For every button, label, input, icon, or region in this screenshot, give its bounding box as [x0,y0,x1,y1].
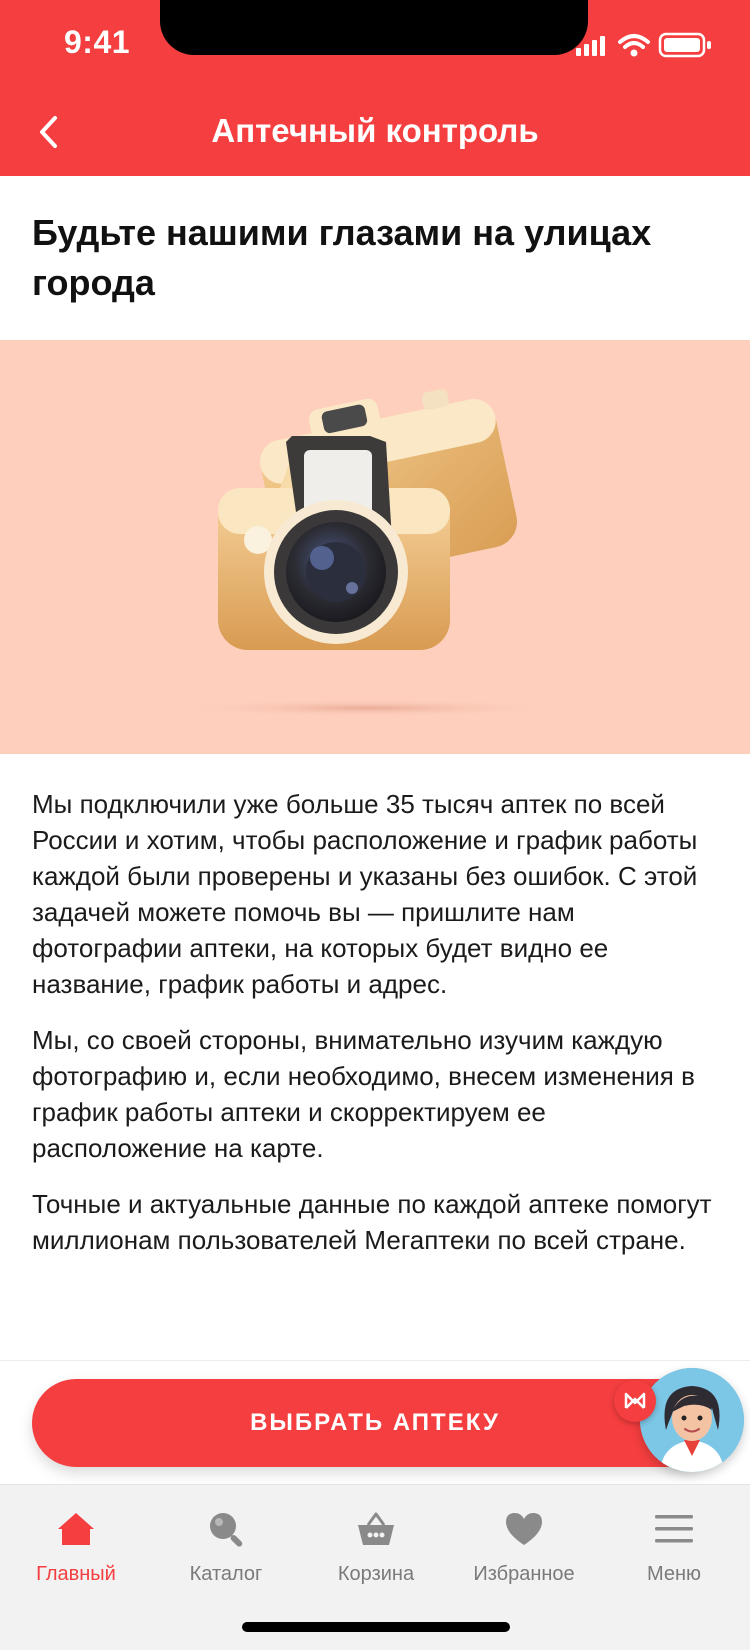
cta-container: ВЫБРАТЬ АПТЕКУ [0,1360,750,1484]
tab-favorites[interactable]: Избранное [449,1499,599,1609]
paragraph: Мы, со своей стороны, внимательно изучим… [32,1025,695,1163]
tab-label: Избранное [473,1563,575,1585]
tab-cart[interactable]: Корзина [301,1499,451,1609]
basket-icon [352,1505,400,1553]
tab-label: Корзина [337,1563,415,1585]
tab-catalog[interactable]: Каталог [151,1499,301,1609]
description: Мы подключили уже больше 35 тысяч аптек … [32,786,722,1278]
home-indicator [242,1622,510,1632]
tab-label: Каталог [189,1563,263,1585]
menu-icon [650,1505,698,1553]
hero-banner [0,340,750,754]
tab-label: Главный [36,1563,116,1585]
status-time: 9:41 [64,24,131,60]
screen-title: Аптечный контроль [211,112,539,149]
assistant-avatar[interactable] [640,1368,744,1472]
status-icons [570,30,720,60]
paragraph: Мы подключили уже больше 35 тысяч аптек … [32,789,698,999]
tab-menu[interactable]: Меню [599,1499,749,1609]
search-icon [202,1505,250,1553]
app-header: 9:41 Аптечный контроль [0,0,750,176]
signal-wifi-battery-icon [576,32,711,58]
chat-badge[interactable] [614,1380,656,1422]
logo-m-icon [624,1392,646,1409]
page-heading: Будьте нашими глазами на улицах города [32,212,652,303]
title-bar: Аптечный контроль [0,100,750,166]
device-notch [160,0,588,55]
home-icon [52,1505,100,1553]
paragraph: Точные и актуальные данные по каждой апт… [32,1189,712,1255]
camera-illustration [178,389,558,717]
heart-icon [500,1505,548,1553]
tab-label: Меню [646,1563,702,1585]
assistant-icon [640,1368,744,1472]
tab-home[interactable]: Главный [1,1499,151,1609]
